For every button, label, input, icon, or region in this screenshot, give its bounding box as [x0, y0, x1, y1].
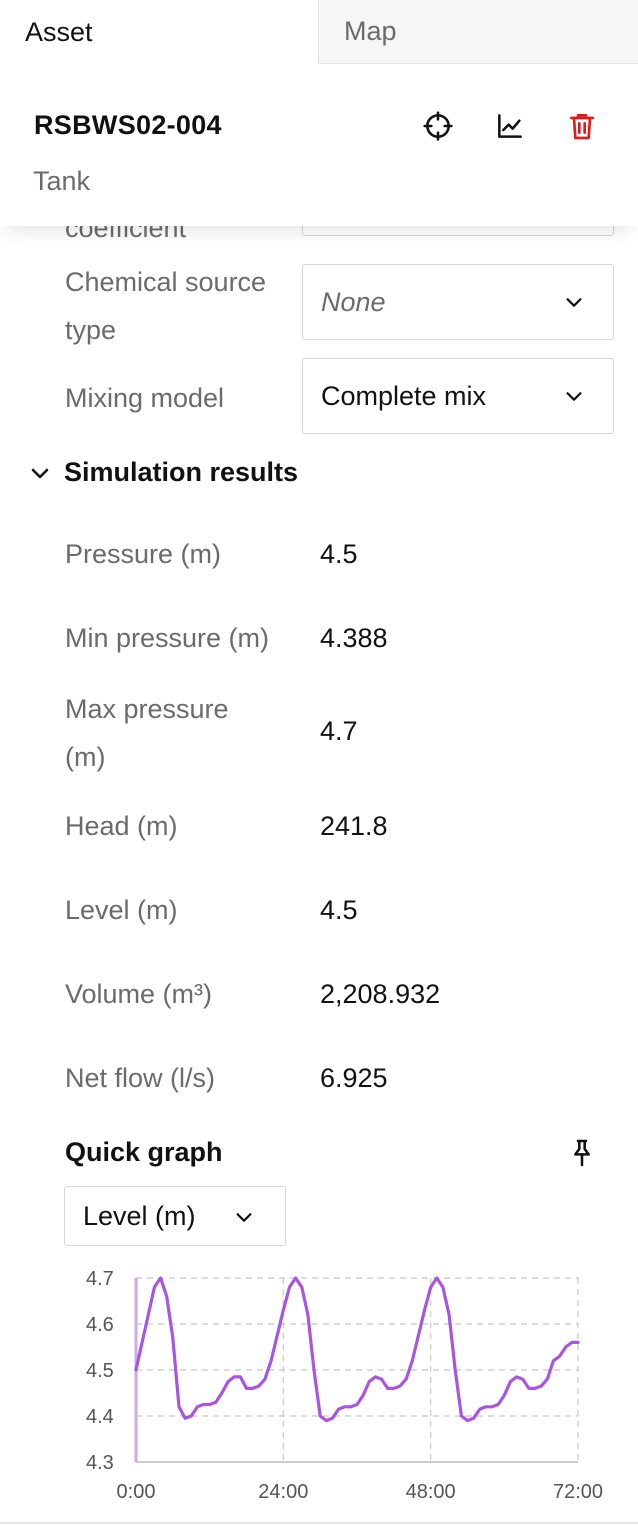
- chevron-down-icon: [31, 468, 49, 478]
- result-label: Volume (m³): [65, 979, 213, 1009]
- pin-icon[interactable]: [566, 1137, 598, 1169]
- tab-asset[interactable]: Asset: [0, 0, 318, 64]
- target-icon: [423, 111, 453, 141]
- locate-button[interactable]: [420, 108, 456, 144]
- result-label: Head (m): [65, 811, 178, 841]
- quick-graph-metric-value: Level (m): [83, 1200, 196, 1231]
- chart-icon: [498, 114, 522, 138]
- result-label: Pressure (m): [65, 539, 222, 569]
- x-tick-label: 48:00: [406, 1481, 456, 1503]
- asset-type: Tank: [33, 166, 91, 196]
- result-value: 6.925: [320, 1063, 388, 1093]
- mixing-model-value: Complete mix: [321, 380, 487, 411]
- mixing-model-select[interactable]: Complete mix: [302, 358, 614, 434]
- result-label: Max pressure (m): [65, 694, 229, 772]
- result-value: 4.5: [320, 895, 358, 925]
- prop-label-chemical-source-type: Chemical source type: [65, 267, 267, 345]
- divider: [0, 1522, 638, 1524]
- result-value: 2,208.932: [320, 979, 441, 1009]
- y-tick-label: 4.3: [86, 1452, 114, 1474]
- chevron-down-icon: [236, 1213, 252, 1222]
- quick-graph-metric-select[interactable]: Level (m): [64, 1186, 286, 1246]
- result-value: 241.8: [320, 811, 388, 841]
- chart-button[interactable]: [492, 108, 528, 144]
- chevron-down-icon: [566, 298, 582, 307]
- quick-graph-title: Quick graph: [65, 1137, 223, 1167]
- y-tick-label: 4.4: [86, 1406, 114, 1428]
- asset-header: RSBWS02-004 Tank: [0, 64, 638, 226]
- asset-title: RSBWS02-004: [34, 110, 222, 140]
- simulation-results-toggle[interactable]: Simulation results: [28, 457, 298, 488]
- series-line: [134, 1276, 580, 1423]
- result-label: Level (m): [65, 895, 178, 925]
- tab-map[interactable]: Map: [318, 0, 638, 64]
- x-tick-label: 0:00: [117, 1481, 156, 1503]
- result-value: 4.5: [320, 539, 358, 569]
- result-label: Min pressure (m): [65, 623, 270, 653]
- chemical-source-type-select[interactable]: None: [302, 264, 614, 340]
- trash-icon: [570, 114, 594, 140]
- delete-button[interactable]: [564, 108, 600, 144]
- result-label: Net flow (l/s): [65, 1063, 216, 1093]
- prop-label-mixing-model: Mixing model: [65, 383, 225, 413]
- result-value: 4.388: [320, 623, 388, 653]
- chevron-down-icon: [566, 392, 582, 401]
- x-tick-label: 24:00: [258, 1481, 308, 1503]
- y-tick-label: 4.5: [86, 1360, 114, 1382]
- section-title: Simulation results: [64, 457, 299, 487]
- x-tick-label: 72:00: [553, 1481, 603, 1503]
- y-tick-label: 4.7: [86, 1268, 114, 1290]
- result-value: 4.7: [320, 716, 358, 746]
- chemical-source-type-value: None: [321, 286, 386, 317]
- y-tick-label: 4.6: [86, 1314, 114, 1336]
- quick-graph-chart: 4.3 4.4 4.5 4.6 4.7 0:00 24:00 48:00 72:00: [86, 1268, 603, 1503]
- tab-bar: Asset Map: [0, 0, 638, 64]
